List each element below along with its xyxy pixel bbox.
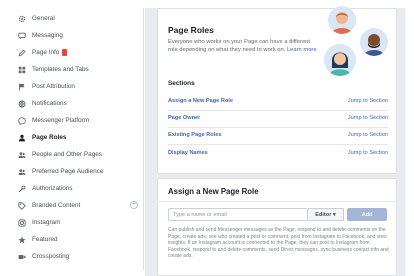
page-roles-description: Everyone who works on your Page can have…: [168, 39, 318, 54]
sidebar-item-label: Crossposting: [32, 253, 70, 260]
sidebar-item-label: Page Info: [32, 49, 60, 56]
gear-icon: [18, 15, 26, 23]
divider: [168, 127, 388, 128]
sidebar-item-general[interactable]: General: [14, 10, 144, 27]
sidebar-item-label: Page Roles: [32, 134, 67, 141]
sidebar-item-label: Post Attribution: [32, 83, 75, 90]
section-row: Display Names Jump to Section: [168, 150, 388, 158]
sidebar-item-crossposting[interactable]: Crossposting: [14, 248, 144, 265]
video-icon: [18, 253, 26, 261]
globe-icon: [18, 100, 26, 108]
section-row: Page Owner Jump to Section: [168, 115, 388, 123]
role-dropdown[interactable]: Editor ▾: [308, 208, 344, 221]
people-icon: [18, 151, 26, 159]
role-description: Can publish and send Messenger messages …: [168, 227, 389, 259]
learn-more-link[interactable]: Learn more: [287, 47, 317, 53]
person-illustration-icon: [332, 12, 352, 34]
sections-heading: Sections: [168, 80, 195, 87]
sidebar-item-notifications[interactable]: Notifications: [14, 95, 144, 112]
sidebar-item-page-info[interactable]: Page Info: [14, 44, 144, 61]
sidebar-item-page-roles[interactable]: Page Roles: [14, 129, 144, 146]
jump-to-section-link[interactable]: Jump to Section: [348, 132, 388, 138]
assign-role-heading: Assign a New Page Role: [168, 187, 259, 196]
sidebar-item-label: Messaging: [32, 32, 63, 39]
divider: [168, 110, 388, 111]
star-icon: [18, 236, 26, 244]
sidebar-item-branded-content[interactable]: Branded Content +: [14, 197, 144, 214]
sidebar-item-post-attribution[interactable]: Post Attribution: [14, 78, 144, 95]
jump-to-section-link[interactable]: Jump to Section: [348, 115, 388, 121]
flag-icon: [18, 83, 26, 91]
section-link-existing-roles[interactable]: Existing Page Roles: [168, 132, 221, 138]
avatar-illustration: [328, 6, 356, 34]
messenger-icon: [18, 116, 26, 125]
section-row: Existing Page Roles Jump to Section: [168, 132, 388, 140]
pencil-icon: [18, 49, 26, 57]
sidebar-item-label: Notifications: [32, 100, 67, 107]
wrench-icon: [18, 185, 26, 193]
sidebar-item-label: Messenger Platform: [32, 117, 90, 124]
sidebar-item-label: People and Other Pages: [32, 151, 102, 158]
sidebar-item-label: Branded Content: [32, 202, 81, 209]
person-icon: [18, 134, 26, 142]
section-row: Assign a New Page Role Jump to Section: [168, 98, 388, 106]
divider: [168, 144, 388, 145]
divider: [157, 201, 397, 202]
page-title: Page Roles: [168, 25, 214, 35]
avatar-illustration: [324, 44, 356, 76]
notification-badge: [62, 49, 68, 56]
sidebar-item-messenger-platform[interactable]: Messenger Platform: [14, 112, 144, 129]
sidebar-item-label: Authorizations: [32, 185, 73, 192]
sidebar-item-instagram[interactable]: Instagram: [14, 214, 144, 231]
name-or-email-input[interactable]: [168, 208, 308, 221]
sidebar-item-authorizations[interactable]: Authorizations: [14, 180, 144, 197]
avatar-illustration: [360, 28, 388, 56]
grid-icon: [18, 66, 26, 74]
sidebar-item-label: Preferred Page Audience: [32, 168, 104, 175]
sidebar-item-templates-and-tabs[interactable]: Templates and Tabs: [14, 61, 144, 78]
sidebar-item-messaging[interactable]: Messaging: [14, 27, 144, 44]
section-link-assign[interactable]: Assign a New Page Role: [168, 98, 233, 104]
sidebar-item-preferred-page-audience[interactable]: Preferred Page Audience: [14, 163, 144, 180]
add-button[interactable]: Add: [347, 208, 387, 221]
settings-sidebar: General Messaging Page Info Templates an…: [14, 8, 144, 270]
chat-icon: [18, 32, 26, 40]
section-link-page-owner[interactable]: Page Owner: [168, 115, 200, 121]
jump-to-section-link[interactable]: Jump to Section: [348, 150, 388, 156]
person-illustration-icon: [364, 34, 384, 56]
sidebar-item-people-and-other-pages[interactable]: People and Other Pages: [14, 146, 144, 163]
sidebar-item-label: Instagram: [32, 219, 61, 226]
tag-icon: [18, 201, 26, 210]
instagram-icon: [18, 218, 26, 227]
sidebar-item-label: Featured: [32, 236, 58, 243]
expand-icon[interactable]: +: [130, 201, 138, 209]
person-illustration-icon: [329, 52, 351, 76]
sidebar-item-label: General: [32, 15, 55, 22]
section-link-display-names[interactable]: Display Names: [168, 150, 208, 156]
sidebar-item-label: Templates and Tabs: [32, 66, 89, 73]
sidebar-item-featured[interactable]: Featured: [14, 231, 144, 248]
jump-to-section-link[interactable]: Jump to Section: [348, 98, 388, 104]
people-icon: [18, 168, 26, 176]
